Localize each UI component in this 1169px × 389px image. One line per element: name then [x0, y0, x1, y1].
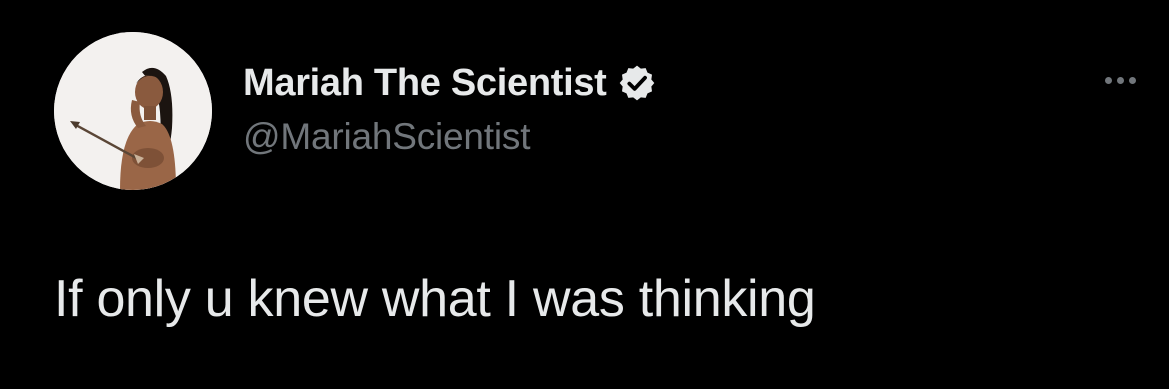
author-avatar[interactable]	[54, 32, 212, 190]
tweet-text: If only u knew what I was thinking	[54, 270, 816, 328]
dot	[1104, 76, 1112, 84]
profile-photo-icon	[54, 32, 212, 190]
dot	[1116, 76, 1124, 84]
author-handle[interactable]: @MariahScientist	[243, 116, 530, 158]
more-options-icon	[1104, 76, 1136, 84]
more-options-button[interactable]	[1098, 68, 1142, 92]
verified-badge-icon	[617, 63, 657, 103]
dot	[1128, 76, 1136, 84]
tweet-card: Mariah The Scientist @MariahScientist If…	[0, 0, 1169, 389]
author-name-row: Mariah The Scientist	[243, 58, 657, 108]
author-display-name[interactable]: Mariah The Scientist	[243, 62, 607, 105]
